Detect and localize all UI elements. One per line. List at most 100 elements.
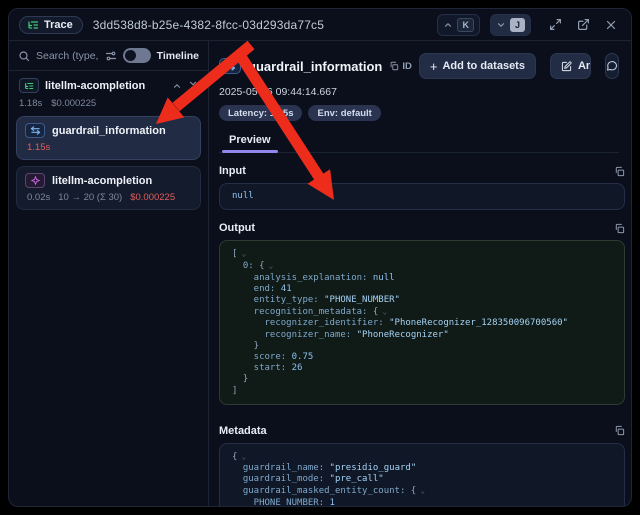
root-latency: 1.18s — [19, 98, 42, 109]
io-content: Input null Output [ ⌄ 0: { ⌄ analysis_expl… — [209, 153, 631, 506]
json-token: } — [232, 374, 248, 384]
search-icon — [18, 50, 30, 62]
sparkle-icon — [25, 173, 45, 188]
json-token: entity_type: — [232, 295, 319, 305]
json-token: { — [405, 486, 416, 496]
timeline-toggle-label: Timeline — [157, 50, 199, 62]
trace-badge-label: Trace — [44, 19, 73, 31]
json-token: 1 — [324, 498, 335, 506]
kbd-shortcut-k: K — [457, 18, 474, 32]
tree-item-guardrail-information[interactable]: guardrail_information 1.15s — [16, 116, 201, 160]
collapse-caret-icon[interactable]: ⌄ — [420, 486, 425, 495]
copy-id-button[interactable]: ID — [389, 61, 412, 72]
collapse-node-icon[interactable] — [172, 81, 182, 91]
json-token: score: — [232, 352, 286, 362]
observation-tree: litellm-acompletion 1.18s $0.000225 — [9, 71, 208, 215]
input-json-view: null — [219, 183, 625, 210]
json-token: analysis_explanation: — [232, 273, 367, 283]
tab-bar: Preview — [219, 130, 619, 153]
json-token: guardrail_mode: — [232, 474, 324, 484]
annotate-pencil-icon — [561, 61, 572, 72]
json-token: 0: — [232, 261, 254, 271]
metadata-json-view: { ⌄ guardrail_name: "presidio_guard" guar… — [219, 443, 625, 506]
collapse-all-icon[interactable] — [188, 81, 198, 91]
next-observation-button[interactable]: J — [490, 14, 531, 36]
root-cost: $0.000225 — [51, 98, 96, 109]
json-token: ] — [232, 386, 237, 396]
trace-id: 3dd538d8-b25e-4382-8fcc-03d293da77c5 — [93, 18, 428, 32]
annotate-button[interactable]: Annotate — [551, 54, 591, 78]
json-token: guardrail_masked_entity_count: — [232, 486, 405, 496]
arrows-left-right-icon — [25, 123, 45, 138]
env-badge: Env: default — [308, 105, 380, 121]
copy-icon — [389, 61, 399, 71]
item-tokens: 10 → 20 (Σ 30) — [58, 192, 122, 203]
json-token: 41 — [275, 284, 291, 294]
json-token: "PhoneRecognizer" — [351, 330, 449, 340]
annotate-button-group: Annotate — [550, 53, 591, 79]
open-external-icon[interactable] — [573, 15, 593, 35]
collapse-caret-icon[interactable]: ⌄ — [241, 452, 246, 461]
prev-observation-button[interactable]: K — [437, 14, 480, 36]
timeline-toggle[interactable] — [123, 48, 151, 63]
tree-root-row[interactable]: litellm-acompletion — [16, 76, 201, 95]
json-token: "PHONE_NUMBER" — [319, 295, 400, 305]
json-token: { — [232, 452, 237, 462]
search-input[interactable]: Search (type, titl — [36, 50, 99, 62]
tab-preview[interactable]: Preview — [219, 130, 281, 152]
latency-badge: Latency: 1.15s — [219, 105, 302, 121]
copy-output-icon[interactable] — [614, 223, 625, 234]
json-token: "presidio_guard" — [324, 463, 416, 473]
item-cost: $0.000225 — [130, 192, 175, 203]
tree-root-label: litellm-acompletion — [45, 80, 166, 92]
toggle-knob — [125, 50, 136, 61]
json-token: [ — [232, 249, 237, 259]
chevron-up-icon — [443, 20, 453, 30]
json-token: { — [254, 261, 265, 271]
observation-timestamp: 2025-05-16 09:44:14.667 — [219, 86, 619, 98]
arrows-left-right-icon — [219, 58, 241, 74]
json-token: start: — [232, 363, 286, 373]
output-json-view: [ ⌄ 0: { ⌄ analysis_explanation: null end:… — [219, 240, 625, 405]
top-bar: Trace 3dd538d8-b25e-4382-8fcc-03d293da77… — [9, 9, 631, 41]
json-token: null — [367, 273, 394, 283]
close-icon[interactable] — [601, 15, 621, 35]
trace-type-badge: Trace — [19, 16, 83, 34]
copy-metadata-icon[interactable] — [614, 425, 625, 436]
list-tree-icon — [27, 19, 39, 31]
page-title: guardrail_information — [248, 59, 382, 74]
json-token: null — [232, 191, 254, 201]
add-to-datasets-button[interactable]: + Add to datasets — [419, 53, 536, 79]
output-section-title: Output — [219, 222, 255, 234]
copy-input-icon[interactable] — [614, 166, 625, 177]
collapse-caret-icon[interactable]: ⌄ — [269, 261, 274, 270]
trace-detail-window: Trace 3dd538d8-b25e-4382-8fcc-03d293da77… — [8, 8, 632, 507]
chevron-down-icon — [496, 20, 506, 30]
json-token: end: — [232, 284, 275, 294]
tree-item-label: guardrail_information — [52, 125, 192, 137]
id-label: ID — [402, 61, 412, 72]
json-token: } — [232, 341, 259, 351]
json-token: recognizer_identifier: — [232, 318, 384, 328]
json-token: guardrail_name: — [232, 463, 324, 473]
kbd-shortcut-j: J — [510, 18, 525, 32]
collapse-caret-icon[interactable]: ⌄ — [382, 307, 387, 316]
collapse-caret-icon[interactable]: ⌄ — [241, 249, 246, 258]
item-latency: 1.15s — [27, 142, 50, 153]
json-token: recognizer_name: — [232, 330, 351, 340]
json-token: 26 — [286, 363, 302, 373]
json-token: recognition_metadata: — [232, 307, 367, 317]
annotate-label: Annotate — [578, 60, 591, 72]
trace-node-icon — [19, 78, 39, 93]
tree-item-litellm-acompletion[interactable]: litellm-acompletion 0.02s 10 → 20 (Σ 30)… — [16, 166, 201, 210]
tree-item-label: litellm-acompletion — [52, 175, 192, 187]
item-latency: 0.02s — [27, 192, 50, 203]
json-token: "pre_call" — [324, 474, 384, 484]
json-token: PHONE_NUMBER: — [232, 498, 324, 506]
comments-button[interactable] — [605, 53, 619, 79]
tree-root-stats: 1.18s $0.000225 — [16, 95, 201, 110]
metadata-section-title: Metadata — [219, 425, 267, 437]
expand-icon[interactable] — [545, 15, 565, 35]
input-section-title: Input — [219, 165, 246, 177]
filter-sliders-icon[interactable] — [105, 50, 117, 62]
